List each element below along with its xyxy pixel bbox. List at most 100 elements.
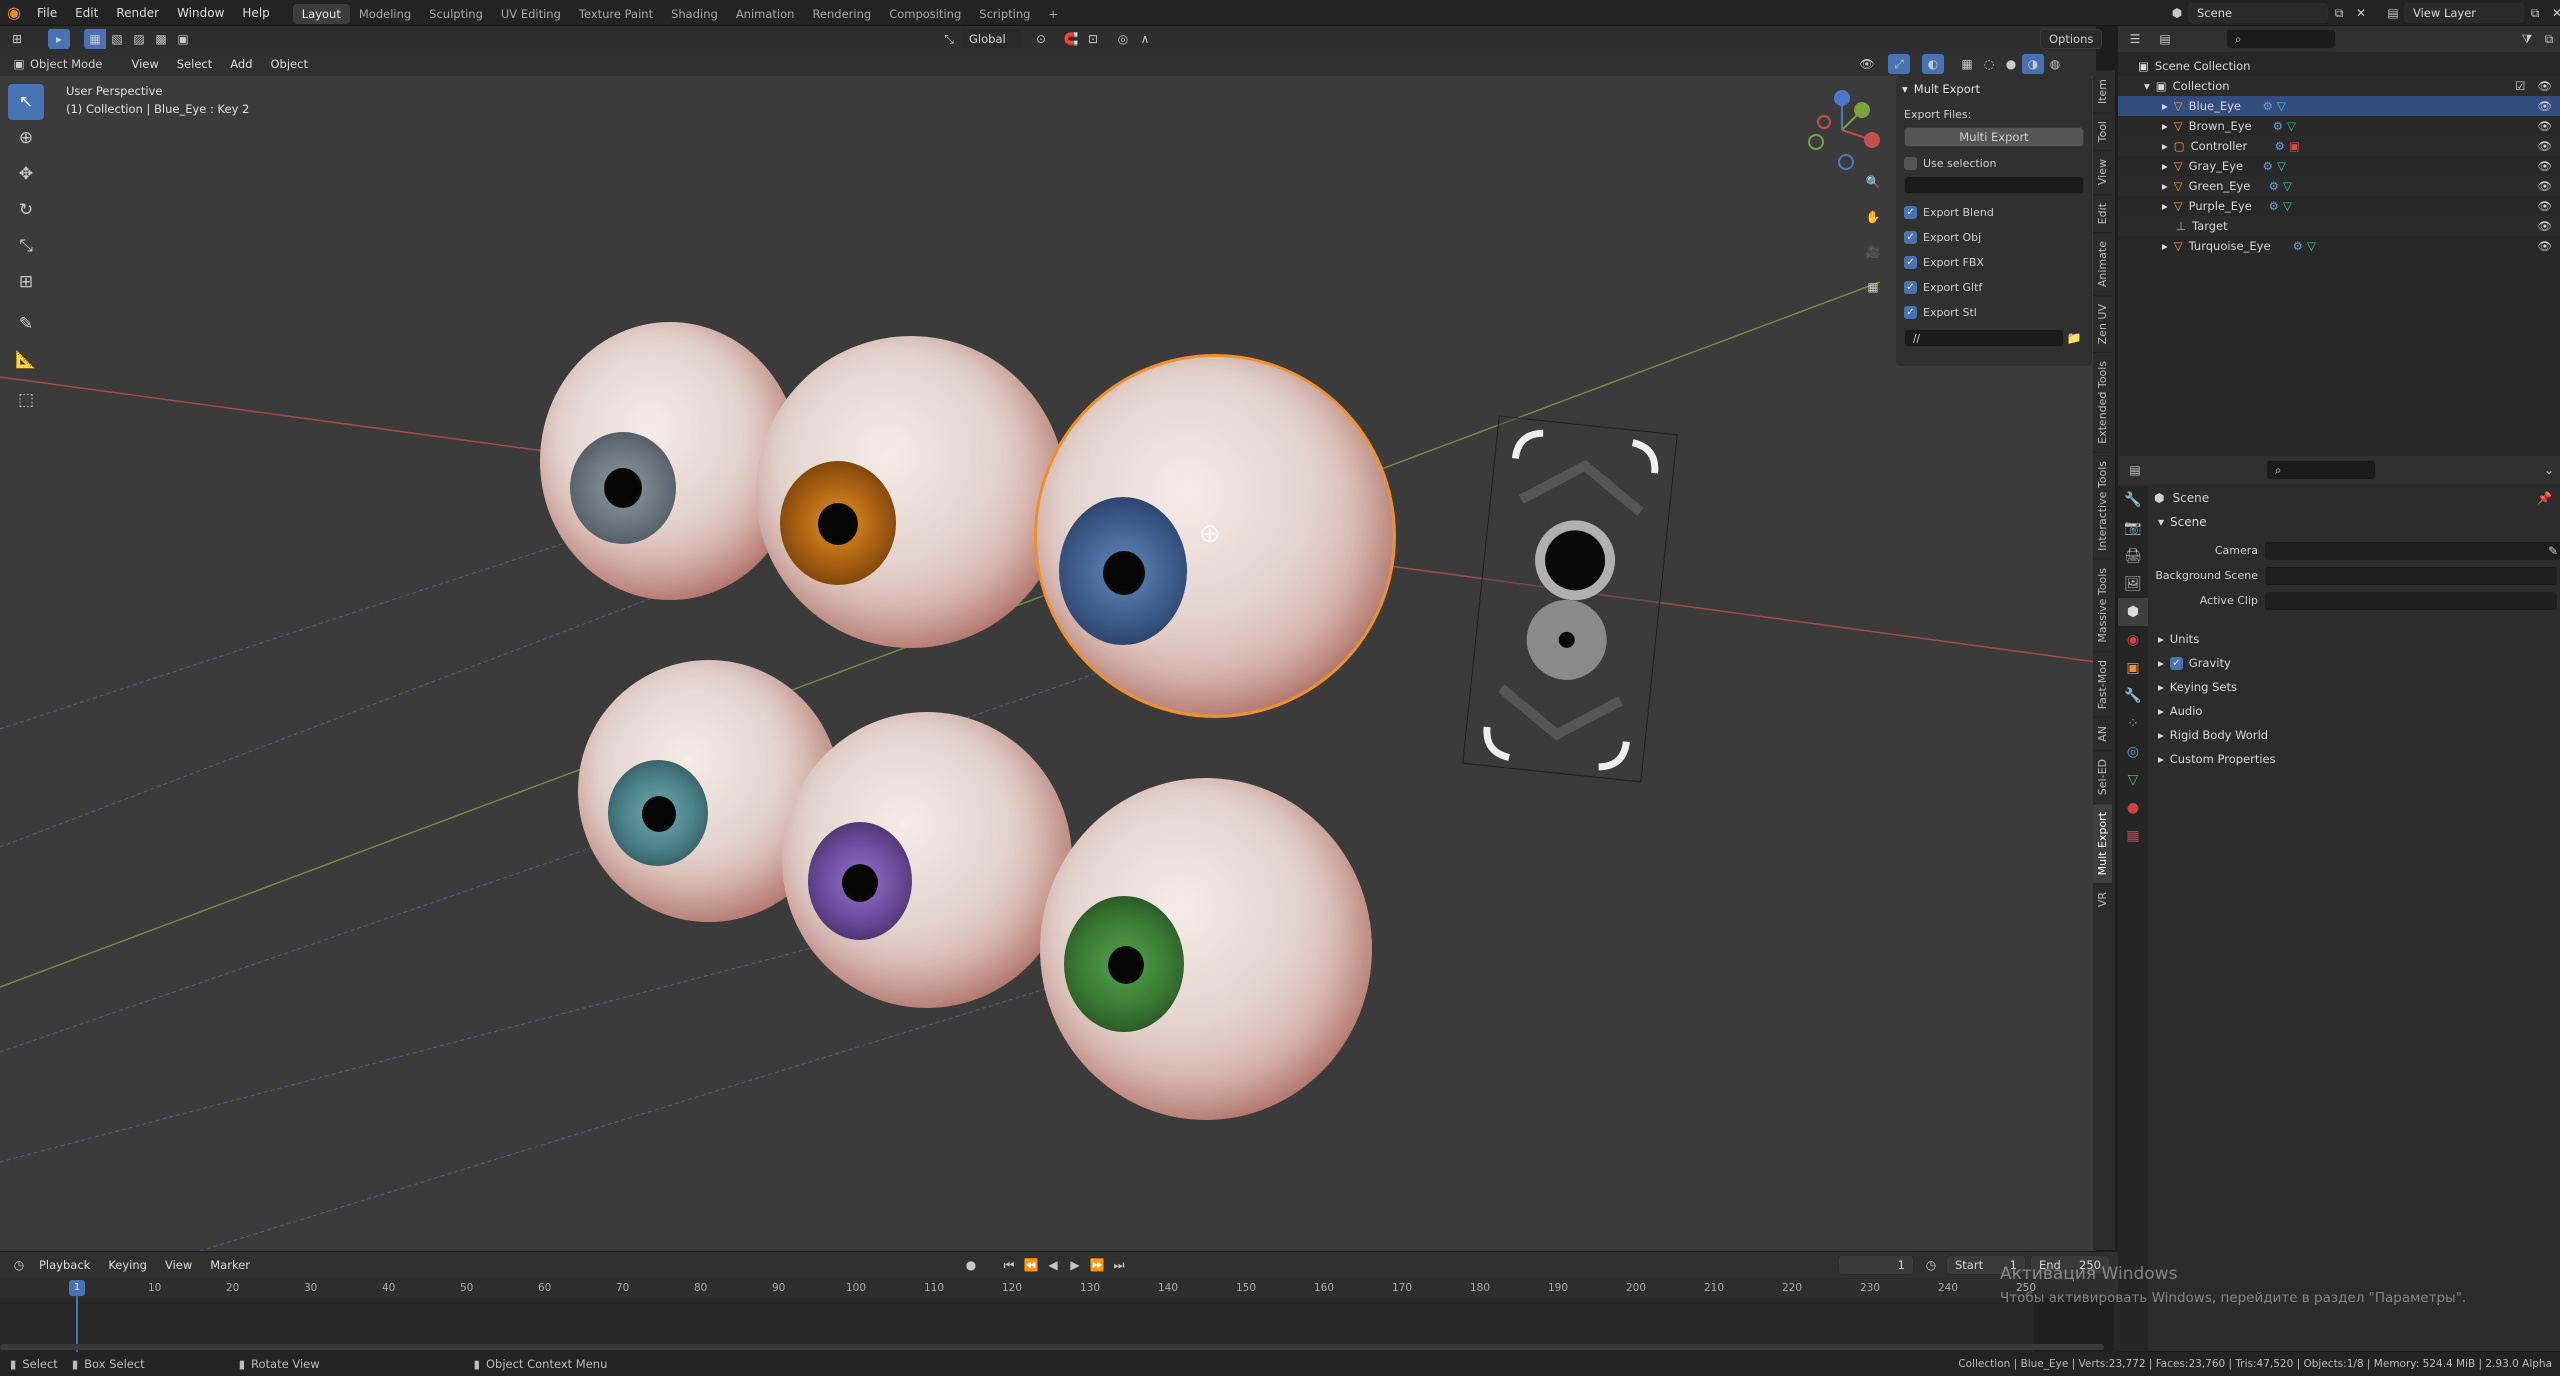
outliner-item-target[interactable]: ⊥ Target 👁 <box>2118 216 2560 236</box>
ntab-animate[interactable]: Animate <box>2093 231 2112 295</box>
material-shading-icon[interactable]: ◑ <box>2022 54 2044 74</box>
tool-tab-icon[interactable]: 🔧 <box>2118 486 2148 514</box>
outliner-editor-icon[interactable]: ☰ <box>2124 29 2146 49</box>
custom-properties-section[interactable]: ▸ Custom Properties <box>2154 747 2558 771</box>
selection-field[interactable] <box>1904 176 2084 194</box>
tab-sculpting[interactable]: Sculpting <box>420 4 492 24</box>
ntab-fast-mod[interactable]: Fast-Mod <box>2093 650 2112 717</box>
scene-collection-row[interactable]: ▣ Scene Collection <box>2118 56 2560 76</box>
multi-export-button[interactable]: Multi Export <box>1904 127 2084 147</box>
timeline-scrollbar[interactable] <box>0 1344 2104 1350</box>
timeline-track[interactable]: 1 10 20 30 40 50 60 70 80 90 100 110 120… <box>0 1278 2118 1352</box>
menu-select[interactable]: Select <box>168 52 221 76</box>
remove-scene-icon[interactable]: ✕ <box>2350 3 2372 23</box>
annotate-tool-icon[interactable]: ✎ <box>8 306 44 342</box>
data-tab-icon[interactable]: ▽ <box>2118 766 2148 794</box>
purple-eye[interactable] <box>782 712 1072 1008</box>
tab-modeling[interactable]: Modeling <box>350 4 420 24</box>
export-obj-checkbox[interactable]: ✓ <box>1904 231 1917 244</box>
eye-icon[interactable]: 👁 <box>2537 239 2552 253</box>
ntab-mult-export[interactable]: Mult Export <box>2093 802 2112 884</box>
export-fbx-checkbox[interactable]: ✓ <box>1904 256 1917 269</box>
blue-eye-selected[interactable]: ⊕ <box>1034 354 1396 718</box>
scene-selector[interactable]: Scene <box>2188 3 2328 23</box>
eyedropper-icon[interactable]: ✎ <box>2548 544 2558 558</box>
tab-uv-editing[interactable]: UV Editing <box>492 4 570 24</box>
prev-keyframe-icon[interactable]: ⏪ <box>1020 1255 1042 1275</box>
select-invert-icon[interactable]: ▩ <box>150 29 172 49</box>
keying-sets-section[interactable]: ▸ Keying Sets <box>2154 675 2558 699</box>
eye-icon[interactable]: 👁 <box>2537 119 2552 133</box>
measure-tool-icon[interactable]: 📐 <box>8 342 44 378</box>
outliner-item-turquoise-eye[interactable]: ▸ ▽ Turquoise_Eye ⚙ ▽ 👁 <box>2118 236 2560 256</box>
menu-timeline-view[interactable]: View <box>156 1252 201 1278</box>
background-scene-field[interactable] <box>2264 565 2558 586</box>
proportional-edit-icon[interactable]: ◎ <box>1112 29 1134 49</box>
rotate-tool-icon[interactable]: ↻ <box>8 192 44 228</box>
audio-section[interactable]: ▸ Audio <box>2154 699 2558 723</box>
outliner-item-purple-eye[interactable]: ▸ ▽ Purple_Eye ⚙ ▽ 👁 <box>2118 196 2560 216</box>
new-scene-icon[interactable]: ⧉ <box>2328 3 2350 23</box>
modifier-tab-icon[interactable]: 🔧 <box>2118 682 2148 710</box>
eye-icon[interactable]: 👁 <box>2537 199 2552 213</box>
xray-icon[interactable]: ▦ <box>1956 54 1978 74</box>
menu-help[interactable]: Help <box>233 0 278 26</box>
tab-rendering[interactable]: Rendering <box>803 4 880 24</box>
outliner-item-brown-eye[interactable]: ▸ ▽ Brown_Eye ⚙ ▽ 👁 <box>2118 116 2560 136</box>
world-tab-icon[interactable]: ◉ <box>2118 626 2148 654</box>
select-intersect-icon[interactable]: ▣ <box>172 29 194 49</box>
move-tool-icon[interactable]: ✥ <box>8 156 44 192</box>
falloff-icon[interactable]: ∧ <box>1134 29 1156 49</box>
ortho-grid-icon[interactable]: ▦ <box>1862 277 1884 297</box>
gravity-section[interactable]: ▸ ✓ Gravity <box>2154 651 2558 675</box>
menu-file[interactable]: File <box>28 0 66 26</box>
select-subtract-icon[interactable]: ▨ <box>128 29 150 49</box>
menu-window[interactable]: Window <box>168 0 233 26</box>
ntab-vr[interactable]: VR <box>2093 883 2112 916</box>
particles-tab-icon[interactable]: ⁘ <box>2118 710 2148 738</box>
transform-tool-icon[interactable]: ⊞ <box>8 264 44 300</box>
jump-start-icon[interactable]: ⏮ <box>998 1255 1020 1275</box>
add-workspace-button[interactable]: + <box>1039 4 1067 24</box>
menu-add[interactable]: Add <box>221 52 261 76</box>
navigation-gizmo[interactable] <box>1802 90 1882 170</box>
material-tab-icon[interactable]: ● <box>2118 794 2148 822</box>
select-extend-icon[interactable]: ▧ <box>106 29 128 49</box>
eye-icon[interactable]: 👁 <box>2537 219 2552 233</box>
output-tab-icon[interactable]: 🖨 <box>2118 542 2148 570</box>
collection-row[interactable]: ▾ ▣ Collection ☑ 👁 <box>2118 76 2560 96</box>
clock-icon[interactable]: ◷ <box>1920 1255 1942 1275</box>
export-gltf-checkbox[interactable]: ✓ <box>1904 281 1917 294</box>
camera-view-icon[interactable]: 🎥 <box>1862 242 1884 262</box>
export-blend-row[interactable]: ✓ Export Blend <box>1904 202 2084 223</box>
pin-icon[interactable]: 📌 <box>2537 491 2552 505</box>
select-mode-icon[interactable]: ▸ <box>48 29 70 49</box>
menu-render[interactable]: Render <box>107 0 168 26</box>
folder-icon[interactable]: 📁 <box>2064 329 2084 347</box>
view-layer-tab-icon[interactable]: 🖼 <box>2118 570 2148 598</box>
scale-tool-icon[interactable]: ⤡ <box>8 228 44 264</box>
options-chevron-icon[interactable]: ⌄ <box>2538 460 2560 480</box>
ntab-interactive-tools[interactable]: Interactive Tools <box>2093 452 2112 559</box>
rigid-body-world-section[interactable]: ▸ Rigid Body World <box>2154 723 2558 747</box>
tab-shading[interactable]: Shading <box>662 4 727 24</box>
physics-tab-icon[interactable]: ◎ <box>2118 738 2148 766</box>
solid-shading-icon[interactable]: ● <box>2000 54 2022 74</box>
properties-editor-icon[interactable]: ▤ <box>2124 460 2146 480</box>
snap-icon[interactable]: 🧲 <box>1060 29 1082 49</box>
export-stl-row[interactable]: ✓ Export Stl <box>1904 302 2084 323</box>
controller-object[interactable] <box>1462 415 1678 783</box>
outliner-item-green-eye[interactable]: ▸ ▽ Green_Eye ⚙ ▽ 👁 <box>2118 176 2560 196</box>
export-blend-checkbox[interactable]: ✓ <box>1904 206 1917 219</box>
outliner-item-gray-eye[interactable]: ▸ ▽ Gray_Eye ⚙ ▽ 👁 <box>2118 156 2560 176</box>
units-section[interactable]: ▸ Units <box>2154 627 2558 651</box>
camera-field[interactable] <box>2264 540 2560 561</box>
mode-dropdown[interactable]: Object Mode <box>30 57 102 71</box>
tab-animation[interactable]: Animation <box>727 4 804 24</box>
export-path-field[interactable]: // <box>1904 329 2064 347</box>
new-collection-icon[interactable]: ⧉ <box>2538 29 2560 49</box>
display-mode-icon[interactable]: ▤ <box>2154 29 2176 49</box>
tab-texture-paint[interactable]: Texture Paint <box>570 4 662 24</box>
active-clip-field[interactable] <box>2264 590 2558 611</box>
select-box-icon[interactable]: ▦ <box>84 29 106 49</box>
